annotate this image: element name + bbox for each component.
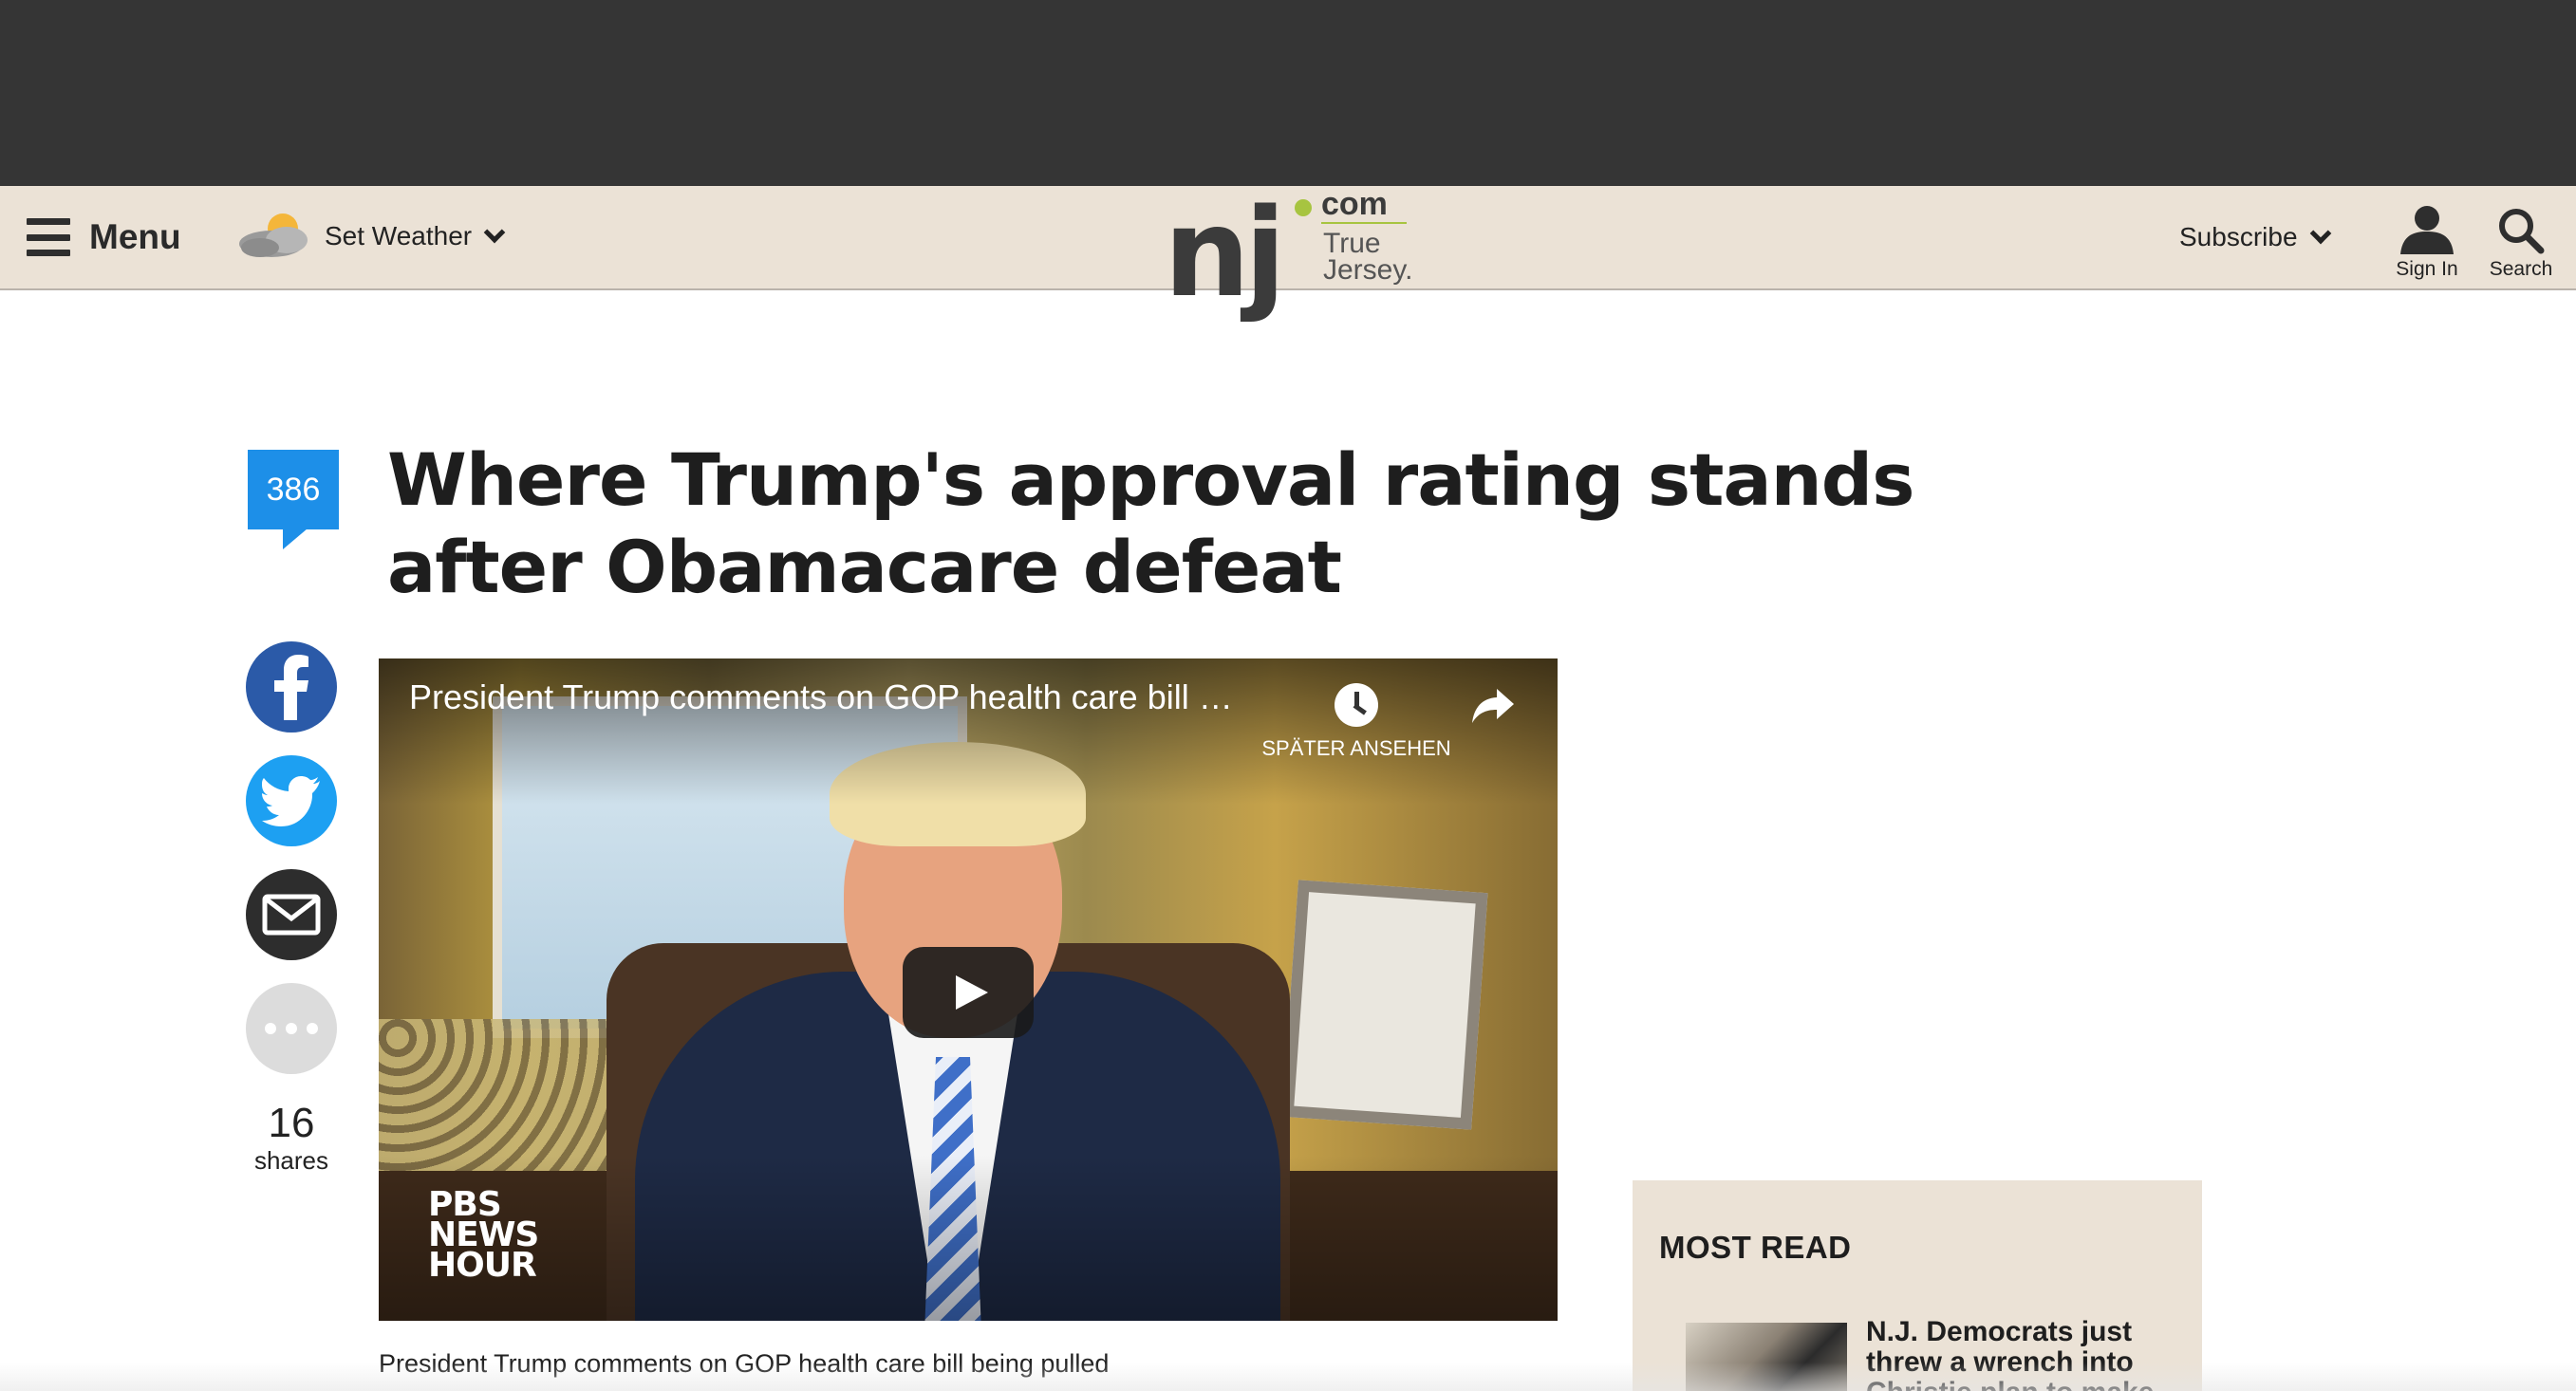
- pbs-logo-line-3: HOUR: [428, 1246, 537, 1285]
- pbs-newshour-logo: PBS NEWS HOUR: [428, 1188, 539, 1285]
- most-read-item-title[interactable]: N.J. Democrats just threw a wrench into …: [1866, 1317, 2179, 1391]
- more-icon: [265, 1023, 318, 1034]
- comment-count-badge[interactable]: 386: [248, 450, 339, 529]
- twitter-share-button[interactable]: [246, 755, 337, 846]
- set-weather-button[interactable]: Set Weather: [228, 205, 506, 268]
- sign-in-button[interactable]: Sign In: [2392, 199, 2462, 281]
- share-count: 16 shares: [228, 1101, 355, 1176]
- email-icon: [262, 894, 321, 936]
- logo-nj: nj: [1164, 183, 1286, 325]
- twitter-icon: [262, 776, 320, 826]
- subscribe-label: Subscribe: [2179, 222, 2298, 251]
- comment-badge-tail: [283, 529, 308, 549]
- video-player[interactable]: President Trump comments on GOP health c…: [379, 658, 1558, 1321]
- email-share-button[interactable]: [246, 869, 337, 960]
- search-icon: [2499, 209, 2545, 254]
- share-count-number: 16: [268, 1100, 315, 1146]
- facebook-share-button[interactable]: [246, 641, 337, 733]
- logo-com: com: [1321, 186, 1388, 222]
- video-caption: President Trump comments on GOP health c…: [379, 1349, 1110, 1378]
- site-header: Menu Set Weather nj com True Jersey. Sub…: [0, 186, 2576, 315]
- partly-cloudy-icon: [239, 213, 308, 257]
- most-read-thumbnail[interactable]: [1686, 1323, 1847, 1391]
- comment-count: 386: [266, 472, 321, 508]
- user-icon: [2400, 206, 2454, 254]
- play-button[interactable]: [903, 947, 1034, 1038]
- most-read-title: MOST READ: [1659, 1230, 1852, 1265]
- menu-button[interactable]: Menu: [27, 213, 181, 262]
- share-count-label: shares: [253, 1146, 329, 1175]
- weather-label: Set Weather: [325, 221, 473, 250]
- search-button[interactable]: Search: [2481, 199, 2561, 281]
- watch-later-label: SPÄTER ANSEHEN: [1261, 736, 1451, 760]
- top-ad-banner: [0, 0, 2576, 186]
- search-label: Search: [2489, 258, 2553, 280]
- hamburger-icon: [27, 218, 70, 256]
- clock-icon: [1335, 683, 1378, 727]
- video-title[interactable]: President Trump comments on GOP health c…: [409, 677, 1244, 717]
- chevron-down-icon: [483, 221, 506, 244]
- chevron-down-icon: [2309, 222, 2331, 245]
- logo-rule: [1321, 222, 1407, 224]
- article-headline: Where Trump's approval rating stands aft…: [387, 437, 1914, 609]
- share-arrow-icon[interactable]: [1470, 687, 1516, 725]
- watch-later-button[interactable]: SPÄTER ANSEHEN: [1261, 683, 1451, 761]
- sign-in-label: Sign In: [2396, 258, 2458, 280]
- logo-tagline-2: Jersey.: [1323, 254, 1413, 286]
- more-share-button[interactable]: [246, 983, 337, 1074]
- facebook-icon: [274, 655, 308, 720]
- most-read-panel: MOST READ N.J. Democrats just threw a wr…: [1633, 1180, 2202, 1391]
- subscribe-button[interactable]: Subscribe: [2179, 218, 2331, 256]
- menu-label: Menu: [89, 217, 181, 256]
- logo-dot: [1295, 199, 1312, 216]
- site-logo[interactable]: nj com True Jersey.: [1164, 186, 1413, 315]
